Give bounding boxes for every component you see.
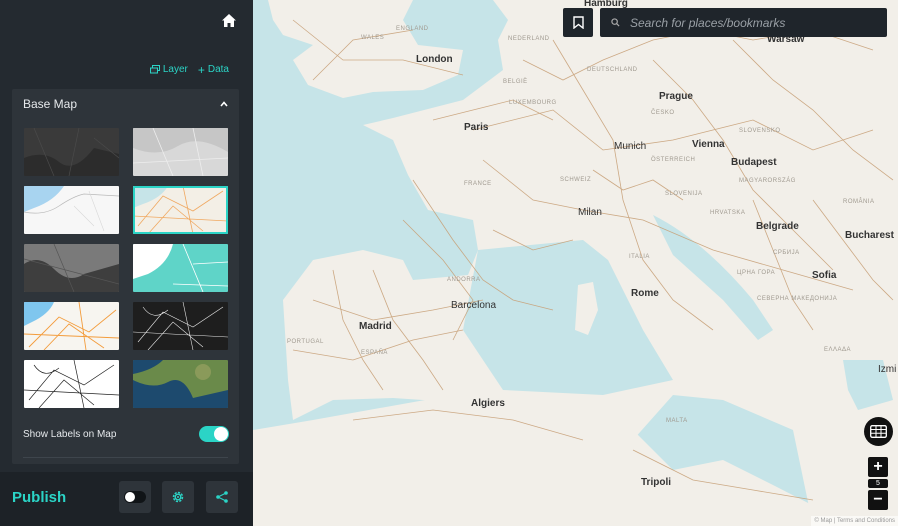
region-hrvatska: HRVATSKA: [710, 210, 746, 216]
map-background: [253, 0, 898, 526]
region-magyar: MAGYARORSZÁG: [739, 178, 796, 184]
city-tripoli: Tripoli: [641, 477, 671, 488]
city-paris: Paris: [464, 122, 489, 133]
basemap-style-orange-roads[interactable]: [24, 302, 119, 350]
show-labels-toggle[interactable]: [199, 426, 229, 442]
basemap-style-dark[interactable]: [24, 128, 119, 176]
region-cesko: ČESKO: [651, 110, 675, 116]
sidebar: Layer + Data Base Map Show Labels on Map…: [0, 0, 253, 526]
home-button[interactable]: [220, 12, 238, 30]
plus-icon: +: [197, 62, 205, 77]
basemap-style-satellite[interactable]: [133, 360, 228, 408]
zoom-out-button[interactable]: −: [868, 490, 888, 510]
layers-icon: [149, 65, 160, 74]
region-osterreich: ÖSTERREICH: [651, 157, 696, 163]
home-icon: [222, 14, 236, 27]
data-table-button[interactable]: [864, 417, 893, 446]
region-deutschland: DEUTSCHLAND: [587, 67, 638, 73]
region-france: FRANCE: [464, 181, 492, 187]
region-portugal: PORTUGAL: [287, 339, 324, 345]
city-rome: Rome: [631, 288, 659, 299]
region-italia: ITALIA: [629, 254, 650, 260]
bookmark-button[interactable]: [563, 8, 593, 37]
region-romania: ROMÂNIA: [843, 199, 875, 205]
show-labels-row: Show Labels on Map: [23, 426, 229, 442]
add-layer-label: Layer: [162, 64, 188, 75]
show-labels-label: Show Labels on Map: [23, 428, 117, 440]
map-attribution[interactable]: © Map | Terms and Conditions: [811, 516, 898, 526]
region-luxembourg: LUXEMBOURG: [509, 100, 557, 106]
theme-toggle-button[interactable]: [119, 481, 151, 513]
basemap-style-white-lines[interactable]: [24, 360, 119, 408]
city-prague: Prague: [659, 91, 693, 102]
city-milan: Milan: [578, 207, 602, 218]
basemap-style-gray[interactable]: [133, 128, 228, 176]
city-budapest: Budapest: [731, 157, 777, 168]
city-munich: Munich: [614, 141, 647, 152]
region-crna-gora: ЦРНА ГОРА: [737, 270, 776, 276]
city-algiers: Algiers: [471, 398, 505, 409]
city-vienna: Vienna: [692, 139, 725, 150]
add-layer-button[interactable]: Layer: [149, 64, 188, 75]
city-izmir: Izmi: [878, 364, 897, 375]
region-srbija: СРБИЈА: [773, 250, 800, 256]
region-wales: WALES: [361, 35, 385, 41]
publish-button[interactable]: Publish: [12, 489, 66, 506]
region-malta: MALTA: [666, 418, 688, 424]
share-icon: [216, 491, 228, 503]
minus-icon: −: [873, 491, 883, 508]
region-slovensko: SLOVENSKO: [739, 128, 781, 134]
add-data-label: Data: [207, 64, 229, 75]
region-ellada: ΕΛΛΑΔΑ: [824, 347, 852, 353]
base-map-title: Base Map: [23, 97, 78, 111]
city-london: London: [416, 54, 453, 65]
region-makedonija: СЕВЕРНА МАКЕДОНИЈА: [757, 296, 838, 302]
plus-icon: +: [873, 458, 883, 475]
base-map-header[interactable]: Base Map: [12, 89, 239, 119]
region-belgie: BELGIË: [503, 79, 528, 85]
region-espana: ESPAÑA: [361, 350, 388, 356]
basemap-style-black-lines[interactable]: [133, 302, 228, 350]
panel-divider: [23, 457, 228, 458]
base-map-styles: [24, 128, 228, 408]
region-slovenija: SLOVENIJA: [665, 191, 703, 197]
basemap-style-light-blue[interactable]: [24, 186, 119, 234]
city-sofia: Sofia: [812, 270, 837, 281]
city-barcelona: Barcelona: [451, 300, 497, 311]
region-england: ENGLAND: [396, 26, 429, 32]
city-belgrade: Belgrade: [756, 221, 799, 232]
share-button[interactable]: [206, 481, 238, 513]
table-icon: [870, 425, 887, 438]
search-input[interactable]: [630, 15, 887, 30]
map-canvas[interactable]: Hamburg Warsaw London Prague Paris Munic…: [253, 0, 898, 526]
zoom-level: 5: [868, 479, 888, 488]
add-data-button[interactable]: + Data: [197, 62, 229, 77]
gear-icon: [172, 491, 184, 503]
search-bar: [600, 8, 887, 37]
sidebar-footer: Publish: [0, 472, 253, 526]
region-andorra: ANDORRA: [447, 277, 481, 283]
basemap-style-dark-gray[interactable]: [24, 244, 119, 292]
base-map-panel: Base Map Show Labels on Map: [12, 89, 239, 464]
chevron-up-icon[interactable]: [219, 99, 229, 109]
region-schweiz: SCHWEIZ: [560, 177, 592, 183]
toggle-icon: [124, 491, 146, 503]
settings-button[interactable]: [162, 481, 194, 513]
region-nederland: NEDERLAND: [508, 36, 550, 42]
bookmark-icon: [572, 16, 584, 29]
basemap-style-teal[interactable]: [133, 244, 228, 292]
city-bucharest: Bucharest: [845, 230, 894, 241]
add-actions: Layer + Data: [149, 62, 229, 77]
city-madrid: Madrid: [359, 321, 392, 332]
basemap-style-color-roads[interactable]: [133, 186, 228, 234]
zoom-in-button[interactable]: +: [868, 457, 888, 477]
search-icon: [600, 18, 630, 27]
